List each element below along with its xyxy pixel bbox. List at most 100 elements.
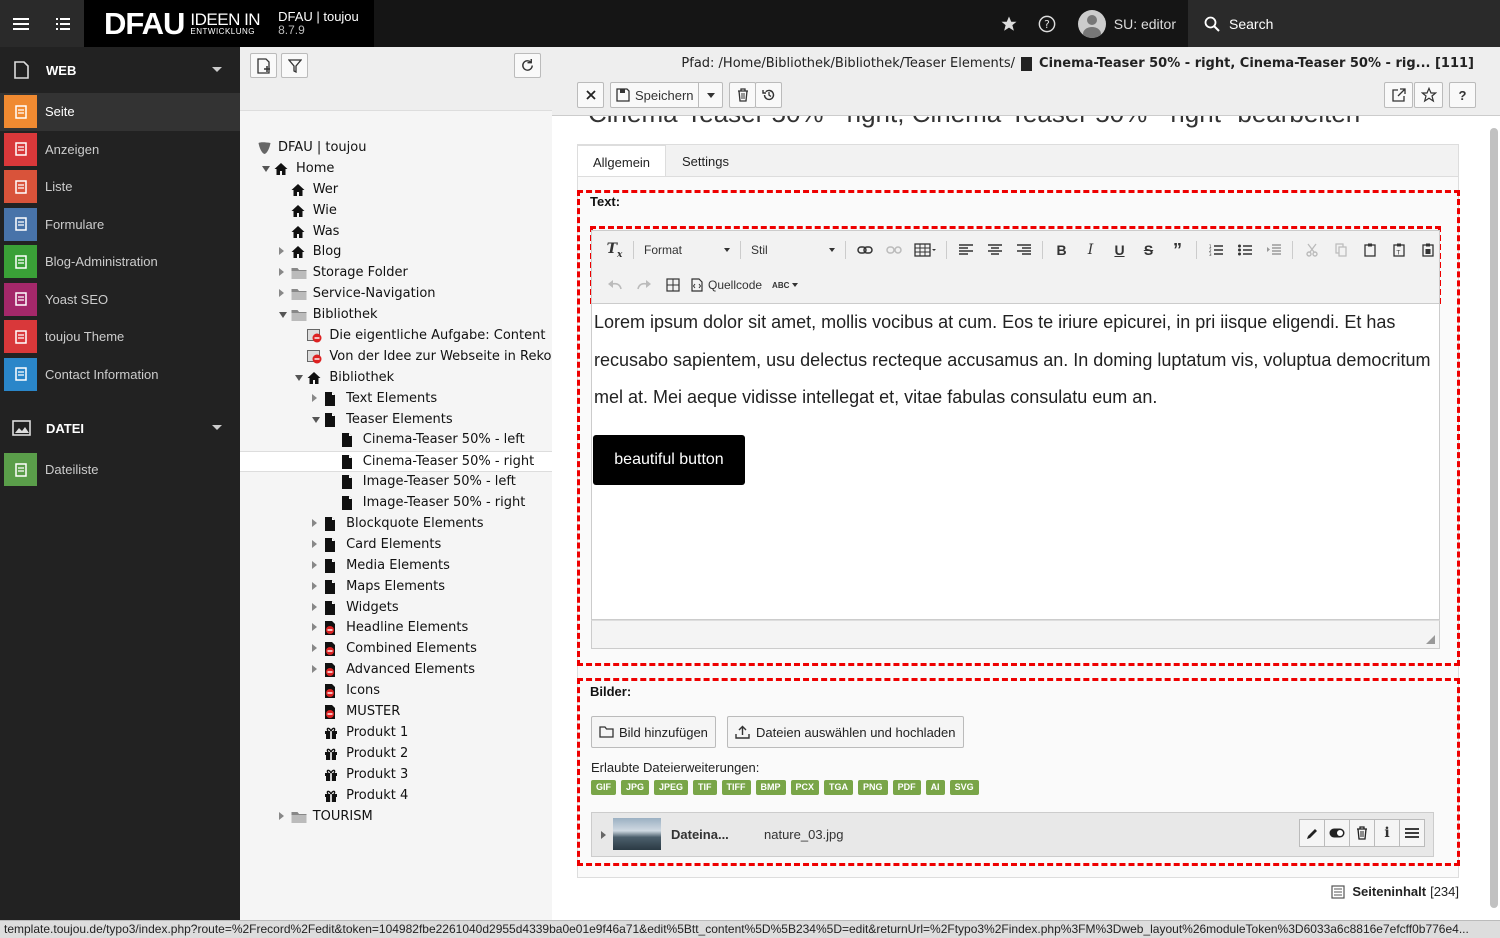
tab-settings[interactable]: Settings (682, 145, 729, 177)
tree-node[interactable]: Icons (240, 681, 552, 702)
chevron-right-icon[interactable] (312, 519, 318, 528)
search-button[interactable]: Search (1188, 0, 1500, 47)
add-image-button[interactable]: Bild hinzufügen (591, 716, 716, 748)
module-group-datei[interactable]: DATEI (0, 405, 240, 451)
bullet-list-button[interactable] (1230, 238, 1259, 262)
chevron-right-icon[interactable] (312, 581, 318, 590)
chevron-right-icon[interactable] (601, 831, 606, 839)
new-page-button[interactable] (250, 53, 277, 78)
spellcheck-button[interactable]: ABC (766, 273, 804, 297)
chevron-right-icon[interactable] (312, 665, 318, 674)
user-menu[interactable]: SU: editor (1066, 0, 1188, 47)
rte-editor-area[interactable]: Lorem ipsum dolor sit amet, mollis vocib… (591, 304, 1440, 620)
format-dropdown[interactable]: Format (638, 238, 736, 262)
module-item-liste[interactable]: Liste (0, 168, 240, 206)
tree-node[interactable]: Image-Teaser 50% - left (240, 472, 552, 493)
chevron-down-icon[interactable] (262, 165, 270, 172)
tree-node[interactable]: Maps Elements (240, 577, 552, 598)
paste-button[interactable] (1355, 238, 1384, 262)
chevron-right-icon[interactable] (278, 247, 284, 256)
tree-node[interactable]: Wer (240, 180, 552, 201)
chevron-right-icon[interactable] (312, 539, 318, 548)
chevron-down-icon[interactable] (312, 416, 321, 423)
strikethrough-button[interactable]: S (1134, 238, 1163, 262)
italic-button[interactable]: I (1076, 238, 1105, 262)
drag-handle[interactable] (1399, 819, 1425, 847)
chevron-right-icon[interactable] (278, 268, 284, 277)
save-button[interactable]: Speichern (610, 82, 723, 108)
tree-node[interactable]: Produkt 3 (240, 765, 552, 786)
beautiful-button[interactable]: beautiful button (593, 435, 745, 485)
align-center-button[interactable] (980, 238, 1009, 262)
filter-button[interactable] (281, 53, 308, 78)
chevron-right-icon[interactable] (278, 289, 284, 298)
resize-grip-icon[interactable] (1426, 635, 1435, 644)
tree-node[interactable]: Combined Elements (240, 639, 552, 660)
chevron-right-icon[interactable] (312, 644, 318, 653)
tree-node[interactable]: Bibliothek (240, 368, 552, 389)
module-item-blog-administration[interactable]: Blog-Administration (0, 243, 240, 281)
show-blocks-button[interactable] (658, 273, 687, 297)
body-text[interactable]: Lorem ipsum dolor sit amet, mollis vocib… (594, 304, 1434, 417)
chevron-down-icon[interactable] (278, 312, 287, 319)
tab-allgemein[interactable]: Allgemein (577, 145, 666, 178)
link-button[interactable] (850, 238, 879, 262)
tree-root[interactable]: DFAU | toujou (240, 138, 552, 159)
file-reference-row[interactable]: Dateina... nature_03.jpg i (591, 812, 1434, 857)
close-button[interactable] (577, 82, 604, 108)
bookmarks-button[interactable] (990, 0, 1028, 47)
delete-button[interactable] (729, 82, 756, 108)
tree-node[interactable]: Produkt 1 (240, 723, 552, 744)
style-dropdown[interactable]: Stil (745, 238, 841, 262)
tree-node[interactable]: Cinema-Teaser 50% - left (240, 430, 552, 451)
tree-node[interactable]: Image-Teaser 50% - right (240, 493, 552, 514)
align-left-button[interactable] (951, 238, 980, 262)
module-group-web[interactable]: WEB (0, 47, 240, 93)
chevron-right-icon[interactable] (312, 623, 318, 632)
tree-node[interactable]: Headline Elements (240, 618, 552, 639)
tree-toggle[interactable] (42, 0, 84, 47)
cut-button[interactable] (1297, 238, 1326, 262)
edit-file-button[interactable] (1299, 819, 1325, 847)
tree-node[interactable]: Cinema-Teaser 50% - right (240, 451, 552, 473)
paste-word-button[interactable] (1413, 238, 1442, 262)
module-item-anzeigen[interactable]: Anzeigen (0, 131, 240, 169)
indent-button[interactable] (1259, 238, 1288, 262)
source-button[interactable]: Quellcode (687, 273, 766, 297)
chevron-right-icon[interactable] (312, 393, 318, 402)
help-button[interactable]: ? (1028, 0, 1066, 47)
tree-node[interactable]: Card Elements (240, 535, 552, 556)
chevron-right-icon[interactable] (312, 602, 318, 611)
tree-node[interactable]: Teaser Elements (240, 410, 552, 431)
unlink-button[interactable] (879, 238, 908, 262)
underline-button[interactable]: U (1105, 238, 1134, 262)
module-item-toujou-theme[interactable]: toujou Theme (0, 318, 240, 356)
tree-node[interactable]: Die eigentliche Aufgabe: Content (240, 326, 552, 347)
tree-node[interactable]: Home (240, 159, 552, 180)
tree-node[interactable]: Bibliothek (240, 305, 552, 326)
file-info-button[interactable]: i (1374, 819, 1400, 847)
history-button[interactable] (755, 82, 782, 108)
tree-node[interactable]: Was (240, 222, 552, 243)
open-new-window-button[interactable] (1384, 82, 1413, 108)
copy-button[interactable] (1326, 238, 1355, 262)
logo-area[interactable]: DFAU IDEEN IN ENTWICKLUNG DFAU | toujou … (84, 0, 374, 47)
remove-format-button[interactable]: Tx (600, 238, 629, 262)
tree-node[interactable]: Text Elements (240, 389, 552, 410)
redo-button[interactable] (629, 273, 658, 297)
module-item-contact-information[interactable]: Contact Information (0, 356, 240, 394)
upload-files-button[interactable]: Dateien auswählen und hochladen (727, 716, 964, 748)
chevron-right-icon[interactable] (312, 560, 318, 569)
chevron-down-icon[interactable] (295, 374, 304, 381)
tree-node[interactable]: Service-Navigation (240, 284, 552, 305)
save-dropdown[interactable] (698, 83, 722, 107)
tree-node[interactable]: Produkt 2 (240, 744, 552, 765)
help-context-button[interactable]: ? (1449, 82, 1476, 108)
tree-node[interactable]: Von der Idee zur Webseite in Rekor (240, 347, 557, 368)
align-right-button[interactable] (1009, 238, 1038, 262)
tree-node[interactable]: Blog (240, 242, 552, 263)
content-scrollbar[interactable] (1490, 128, 1498, 908)
bold-button[interactable]: B (1047, 238, 1076, 262)
delete-file-button[interactable] (1349, 819, 1375, 847)
tree-node[interactable]: Advanced Elements (240, 660, 552, 681)
